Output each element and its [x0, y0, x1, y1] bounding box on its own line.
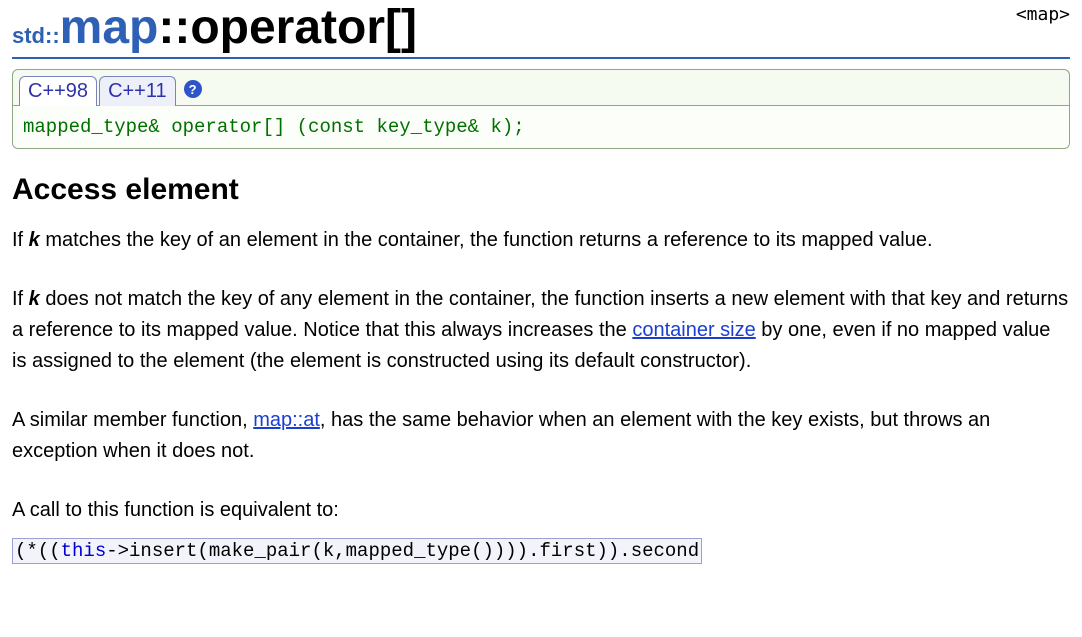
link-container-size[interactable]: container size	[632, 319, 755, 341]
tab-bar: C++98 C++11 ?	[13, 70, 1069, 106]
help-icon[interactable]: ?	[184, 80, 202, 98]
paragraph-1: If k matches the key of an element in th…	[12, 225, 1070, 256]
code-text: (*((	[15, 540, 61, 562]
title-prefix: std::	[12, 23, 60, 49]
signature-panel: C++98 C++11 ? mapped_type& operator[] (c…	[12, 69, 1070, 149]
code-panel: mapped_type& operator[] (const key_type&…	[13, 105, 1069, 148]
text: A similar member function,	[12, 409, 253, 431]
param-k: k	[29, 288, 40, 310]
paragraph-3: A similar member function, map::at, has …	[12, 405, 1070, 467]
tab-cpp98[interactable]: C++98	[19, 76, 97, 106]
include-header: <map>	[1016, 4, 1070, 25]
paragraph-2: If k does not match the key of any eleme…	[12, 284, 1070, 377]
code-text: ->insert(make_pair(k,mapped_type()))).fi…	[106, 540, 699, 562]
equivalent-code: (*((this->insert(make_pair(k,mapped_type…	[12, 538, 702, 564]
keyword-this: this	[61, 540, 107, 562]
text: If	[12, 229, 29, 251]
paragraph-4: A call to this function is equivalent to…	[12, 495, 1070, 526]
param-k: k	[29, 229, 40, 251]
text: If	[12, 288, 29, 310]
link-map-at[interactable]: map::at	[253, 409, 320, 431]
page-title: std:: map ::operator[]	[12, 0, 417, 55]
title-main: map	[60, 0, 159, 55]
page-header: std:: map ::operator[] <map>	[12, 0, 1070, 59]
title-suffix: ::operator[]	[158, 0, 417, 55]
function-signature: mapped_type& operator[] (const key_type&…	[23, 116, 1059, 138]
text: matches the key of an element in the con…	[40, 229, 933, 251]
section-heading: Access element	[12, 173, 1070, 207]
tab-cpp11[interactable]: C++11	[99, 76, 176, 106]
